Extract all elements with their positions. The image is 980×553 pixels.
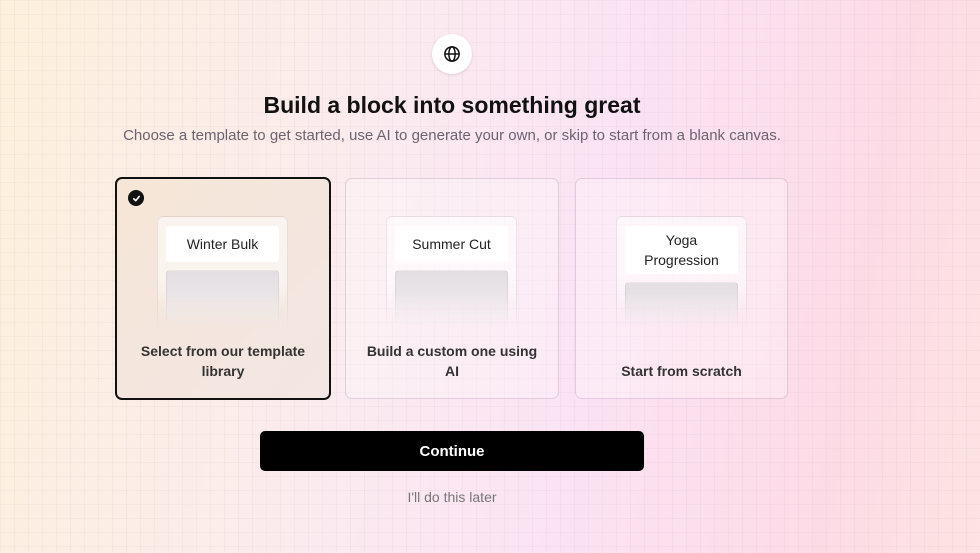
preview-block <box>395 270 508 350</box>
preview-block <box>166 270 279 350</box>
preview-label: Yoga Progression <box>625 226 738 274</box>
option-card-custom-ai[interactable]: Summer Cut Build a custom one using AI <box>345 178 559 399</box>
template-preview: Yoga Progression <box>616 216 747 362</box>
option-caption: Start from scratch <box>621 363 742 379</box>
template-preview: Winter Bulk <box>157 216 288 350</box>
template-preview: Summer Cut <box>386 216 517 350</box>
option-card-template-library[interactable]: Winter Bulk Select from our template lib… <box>115 177 331 400</box>
preview-block <box>625 282 738 362</box>
preview-label: Summer Cut <box>395 226 508 262</box>
selected-check <box>128 190 144 206</box>
skip-link[interactable]: I'll do this later <box>260 489 644 505</box>
page-subtitle: Choose a template to get started, use AI… <box>123 127 781 144</box>
option-card-from-scratch[interactable]: Yoga Progression Start from scratch <box>575 178 788 399</box>
checkmark-icon <box>132 195 140 201</box>
continue-button[interactable]: Continue <box>260 431 644 471</box>
preview-label: Winter Bulk <box>166 226 279 262</box>
option-caption: Build a custom one using AI <box>366 343 538 379</box>
option-caption: Select from our template library <box>140 343 306 379</box>
page-title: Build a block into something great <box>263 92 641 118</box>
logo <box>432 34 472 74</box>
globe-icon <box>444 46 460 62</box>
